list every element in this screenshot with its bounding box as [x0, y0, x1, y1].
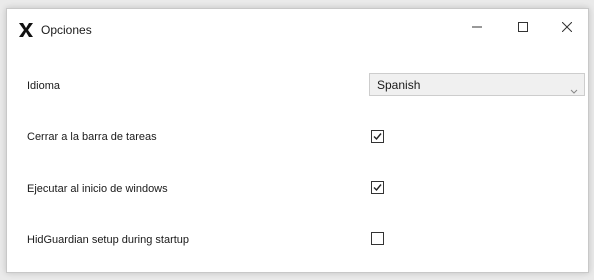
language-label: Idioma — [27, 80, 61, 92]
x-logo-icon — [18, 22, 34, 38]
checkmark-icon — [373, 133, 382, 141]
chevron-down-icon — [570, 82, 578, 94]
minimize-icon — [472, 19, 482, 37]
language-select-value: Spanish — [377, 78, 421, 92]
close-to-tray-label: Cerrar a la barra de tareas — [27, 131, 157, 143]
title-bar[interactable]: Opciones — [7, 9, 588, 47]
window-title: Opciones — [41, 23, 92, 37]
checkmark-icon — [373, 184, 382, 192]
options-window: Opciones Idioma Spanish Cerrar a la barr… — [6, 8, 589, 273]
run-at-startup-checkbox[interactable] — [371, 181, 384, 194]
minimize-button[interactable] — [454, 9, 500, 47]
close-button[interactable] — [544, 9, 590, 47]
hidguardian-setup-checkbox[interactable] — [371, 232, 384, 245]
maximize-icon — [518, 19, 528, 37]
run-at-startup-label: Ejecutar al inicio de windows — [27, 183, 168, 195]
hidguardian-setup-label: HidGuardian setup during startup — [27, 234, 190, 246]
language-select[interactable]: Spanish — [369, 73, 585, 96]
close-icon — [561, 19, 573, 37]
maximize-button[interactable] — [500, 9, 546, 47]
close-to-tray-checkbox[interactable] — [371, 130, 384, 143]
